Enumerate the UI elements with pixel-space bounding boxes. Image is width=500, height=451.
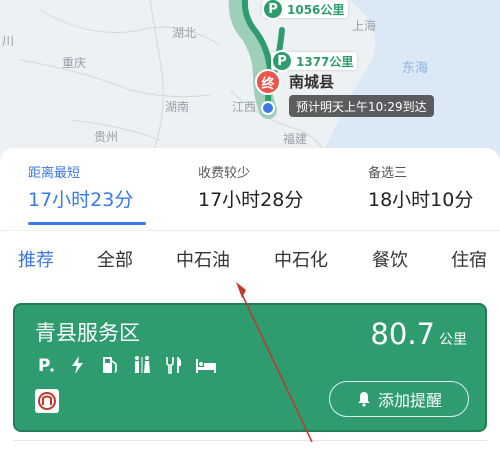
map-background: [19, 0, 500, 160]
tab-lodging[interactable]: 住宿: [451, 246, 487, 272]
destination-pin-icon[interactable]: 终: [255, 69, 281, 95]
add-reminder-button[interactable]: 添加提醒: [329, 381, 469, 417]
tab-all[interactable]: 全部: [97, 246, 133, 272]
tab-petrochina[interactable]: 中石油: [176, 246, 230, 272]
svg-text:P: P: [38, 356, 50, 375]
route-option-label: 收费较少: [198, 166, 251, 181]
service-area-name: 青县服务区: [35, 321, 140, 345]
route-option-less-toll[interactable]: 收费较少 17小时28分: [198, 162, 303, 212]
charging-icon: [67, 354, 89, 376]
dining-icon: [163, 354, 185, 376]
category-tabs: 推荐 全部 中石油 中石化 餐饮 住宿: [0, 246, 500, 276]
facility-icons: P: [35, 354, 217, 376]
route-option-time: 18小时10分: [368, 189, 474, 211]
map-label-donghai: 东海: [402, 61, 429, 76]
service-marker-1056[interactable]: P 1056公里: [262, 0, 349, 20]
map-label-shanghai: 上海: [352, 19, 377, 33]
gas-station-icon: [99, 354, 121, 376]
service-marker-1377[interactable]: P 1377公里: [271, 50, 358, 72]
eta-label: 预计明天上午10:29到达: [289, 95, 434, 117]
parking-icon: P: [35, 354, 57, 376]
route-option-label: 距离最短: [28, 166, 81, 181]
route-option-time: 17小时23分: [28, 189, 134, 211]
route-option-alt3[interactable]: 备选三 18小时10分: [368, 162, 473, 212]
route-option-label: 备选三: [368, 166, 408, 181]
add-reminder-label: 添加提醒: [377, 391, 442, 410]
map-label-chongqing: 重庆: [62, 56, 87, 70]
map-label-hubei: 湖北: [172, 26, 197, 40]
route-panel: 距离最短 17小时23分 收费较少 17小时28分 备选三 18小时10分 推荐…: [0, 148, 500, 442]
destination-name: 南城县: [289, 73, 335, 91]
bell-icon: [357, 392, 370, 407]
parking-pin-icon: P: [262, 0, 284, 20]
tab-dining[interactable]: 餐饮: [372, 246, 408, 272]
restroom-icon: [131, 354, 153, 376]
route-option-time: 17小时28分: [198, 189, 304, 211]
sinopec-logo-icon: [35, 389, 59, 413]
distance-value: 80.7: [370, 317, 435, 351]
marker-distance: 1056公里: [287, 2, 345, 17]
parking-pin-icon: P: [271, 50, 293, 72]
tab-sinopec[interactable]: 中石化: [274, 246, 328, 272]
map-label-left: 川: [2, 34, 15, 48]
route-option-shortest[interactable]: 距离最短 17小时23分: [28, 162, 146, 225]
route-options: 距离最短 17小时23分 收费较少 17小时28分 备选三 18小时10分: [0, 148, 500, 226]
map-label-jiangxi: 江西: [232, 100, 257, 114]
lodging-icon: [195, 354, 217, 376]
service-area-card[interactable]: 青县服务区 80.7 公里 P 添加提醒: [13, 303, 487, 432]
map-label-fujian: 福建: [283, 132, 308, 146]
distance-unit: 公里: [439, 332, 467, 348]
service-area-distance: 80.7 公里: [370, 317, 467, 351]
tab-recommended[interactable]: 推荐: [18, 246, 54, 272]
map-label-guizhou: 贵州: [94, 130, 119, 144]
route-map[interactable]: 川 湖北 重庆 上海 东海 湖南 江西 贵州 福建 P 1056公里 P 137…: [0, 0, 500, 160]
divider: [0, 230, 500, 231]
active-route-underline: [28, 222, 146, 225]
map-label-hunan: 湖南: [165, 100, 190, 114]
marker-distance: 1377公里: [296, 54, 354, 69]
